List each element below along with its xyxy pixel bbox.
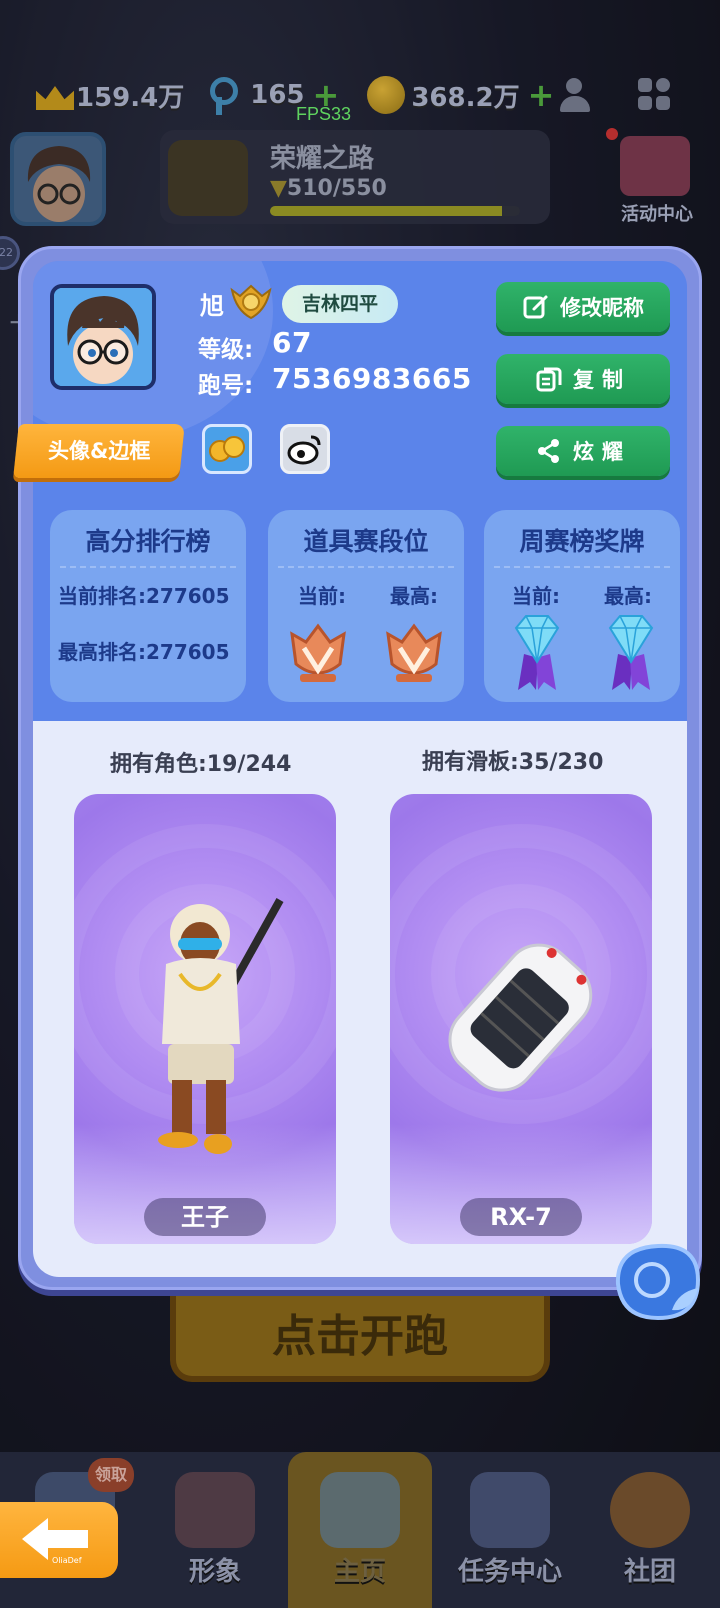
crown-icon (34, 78, 76, 112)
edit-icon (523, 295, 548, 319)
copy-icon (536, 367, 562, 392)
weibo-icon[interactable] (280, 424, 330, 474)
edit-nickname-label: 修改昵称 (560, 296, 644, 320)
edit-nickname-button[interactable]: 修改昵称 (496, 282, 670, 332)
weekly-medal-title: 周赛榜奖牌 (519, 527, 645, 556)
add-coins-button[interactable]: + (528, 76, 555, 114)
copy-label: 复制 (573, 368, 631, 392)
board-name: RX-7 (460, 1198, 582, 1236)
character-name: 王子 (144, 1198, 266, 1236)
start-run-button[interactable]: 点击开跑 (170, 1290, 550, 1382)
fps-counter: FPS33 (296, 104, 352, 124)
coin-icon (367, 76, 406, 114)
rx7-car-board (448, 943, 593, 1092)
nav-appearance[interactable]: 形象 (150, 1452, 280, 1608)
nav-tasks-label: 任务中心 (457, 1557, 562, 1587)
nav-appearance-label: 形象 (188, 1557, 241, 1587)
coin-bag-icon (168, 140, 248, 216)
run-id-value: 7536983665 (272, 362, 472, 395)
avatar-frame-button[interactable]: 头像&边框 (13, 424, 185, 478)
copy-id-button[interactable]: 复制 (496, 354, 670, 404)
key-icon (204, 75, 239, 115)
trophy-counter: 159.4万 (34, 65, 184, 125)
glory-road-progress: ▼510/550 (270, 176, 387, 201)
trophy-small-icon: ▼ (270, 176, 287, 201)
best-rank: 最高排名:277605 (58, 640, 230, 664)
sticker-icon[interactable] (612, 1240, 704, 1324)
high-score-title: 高分排行榜 (85, 527, 211, 556)
club-icon (610, 1472, 690, 1548)
diamond-medal-icon (514, 615, 560, 690)
avatar-frame-label: 头像&边框 (47, 439, 151, 463)
nav-home-label: 主页 (333, 1557, 386, 1587)
show-off-label: 炫耀 (573, 440, 631, 464)
bronze-medal-icon (290, 623, 346, 682)
character-prince-figure (158, 898, 284, 1154)
nav-club[interactable]: 社团 (590, 1452, 710, 1608)
paint-cans-icon (470, 1472, 550, 1548)
owned-characters-count: 拥有角色:19/244 (110, 752, 292, 777)
run-id-label: 跑号: (198, 373, 254, 399)
event-center-button[interactable]: 活动中心 (602, 130, 712, 226)
level-value: 67 (272, 326, 312, 359)
nav-tasks[interactable]: 任务中心 (440, 1452, 580, 1608)
glory-progress-value: 510/550 (286, 176, 387, 201)
share-icon (538, 439, 559, 463)
glory-road-panel[interactable]: 荣耀之路 ▼510/550 (160, 130, 550, 224)
notification-dot (606, 128, 618, 140)
coins-badge-icon[interactable] (202, 424, 252, 474)
location-badge: 吉林四平 (282, 285, 398, 323)
weekly-current-label: 当前: (512, 584, 560, 608)
item-race-best-label: 最高: (390, 584, 438, 608)
item-race-title: 道具赛段位 (303, 527, 429, 556)
glory-progress-bar (270, 206, 520, 216)
coin-value: 368.2万 (411, 82, 520, 113)
claim-badge[interactable]: 领取 (88, 1458, 134, 1492)
nav-club-label: 社团 (623, 1557, 676, 1587)
resource-bar: 159.4万 165 + 368.2万 + (0, 60, 720, 130)
diamond-medal-icon (608, 615, 654, 690)
player-avatar-small[interactable] (10, 132, 106, 226)
bronze-medal-icon (386, 623, 442, 682)
back-caption: OliaDef (52, 1556, 82, 1565)
outfit-icon (175, 1472, 255, 1548)
show-off-button[interactable]: 炫耀 (496, 426, 670, 476)
player-name: 旭 (200, 292, 224, 320)
rank-badge-icon (230, 284, 272, 320)
glory-road-title: 荣耀之路 (270, 144, 375, 174)
owned-boards-count: 拥有滑板:35/230 (422, 750, 604, 775)
item-race-current-label: 当前: (298, 584, 346, 608)
weekly-best-label: 最高: (604, 584, 652, 608)
menu-grid-icon[interactable] (638, 78, 672, 112)
friends-icon[interactable] (560, 78, 600, 112)
back-button[interactable]: OliaDef (0, 1502, 118, 1578)
board-card[interactable]: RX-7 (390, 794, 652, 1244)
profile-avatar[interactable] (50, 284, 156, 390)
calendar-icon (620, 136, 690, 196)
event-center-label: 活动中心 (621, 204, 693, 225)
nav-home[interactable]: 主页 (288, 1452, 432, 1608)
coin-counter: 368.2万 + (353, 65, 562, 125)
current-rank: 当前排名:277605 (58, 584, 230, 608)
high-score-ranking-card[interactable]: 高分排行榜 当前排名:277605 最高排名:277605 (50, 510, 246, 702)
character-card[interactable]: 王子 (74, 794, 336, 1244)
level-label: 等级: (198, 337, 254, 363)
start-run-label: 点击开跑 (272, 1311, 448, 1362)
trophy-value: 159.4万 (76, 82, 185, 113)
skateboard-icon (320, 1472, 400, 1548)
